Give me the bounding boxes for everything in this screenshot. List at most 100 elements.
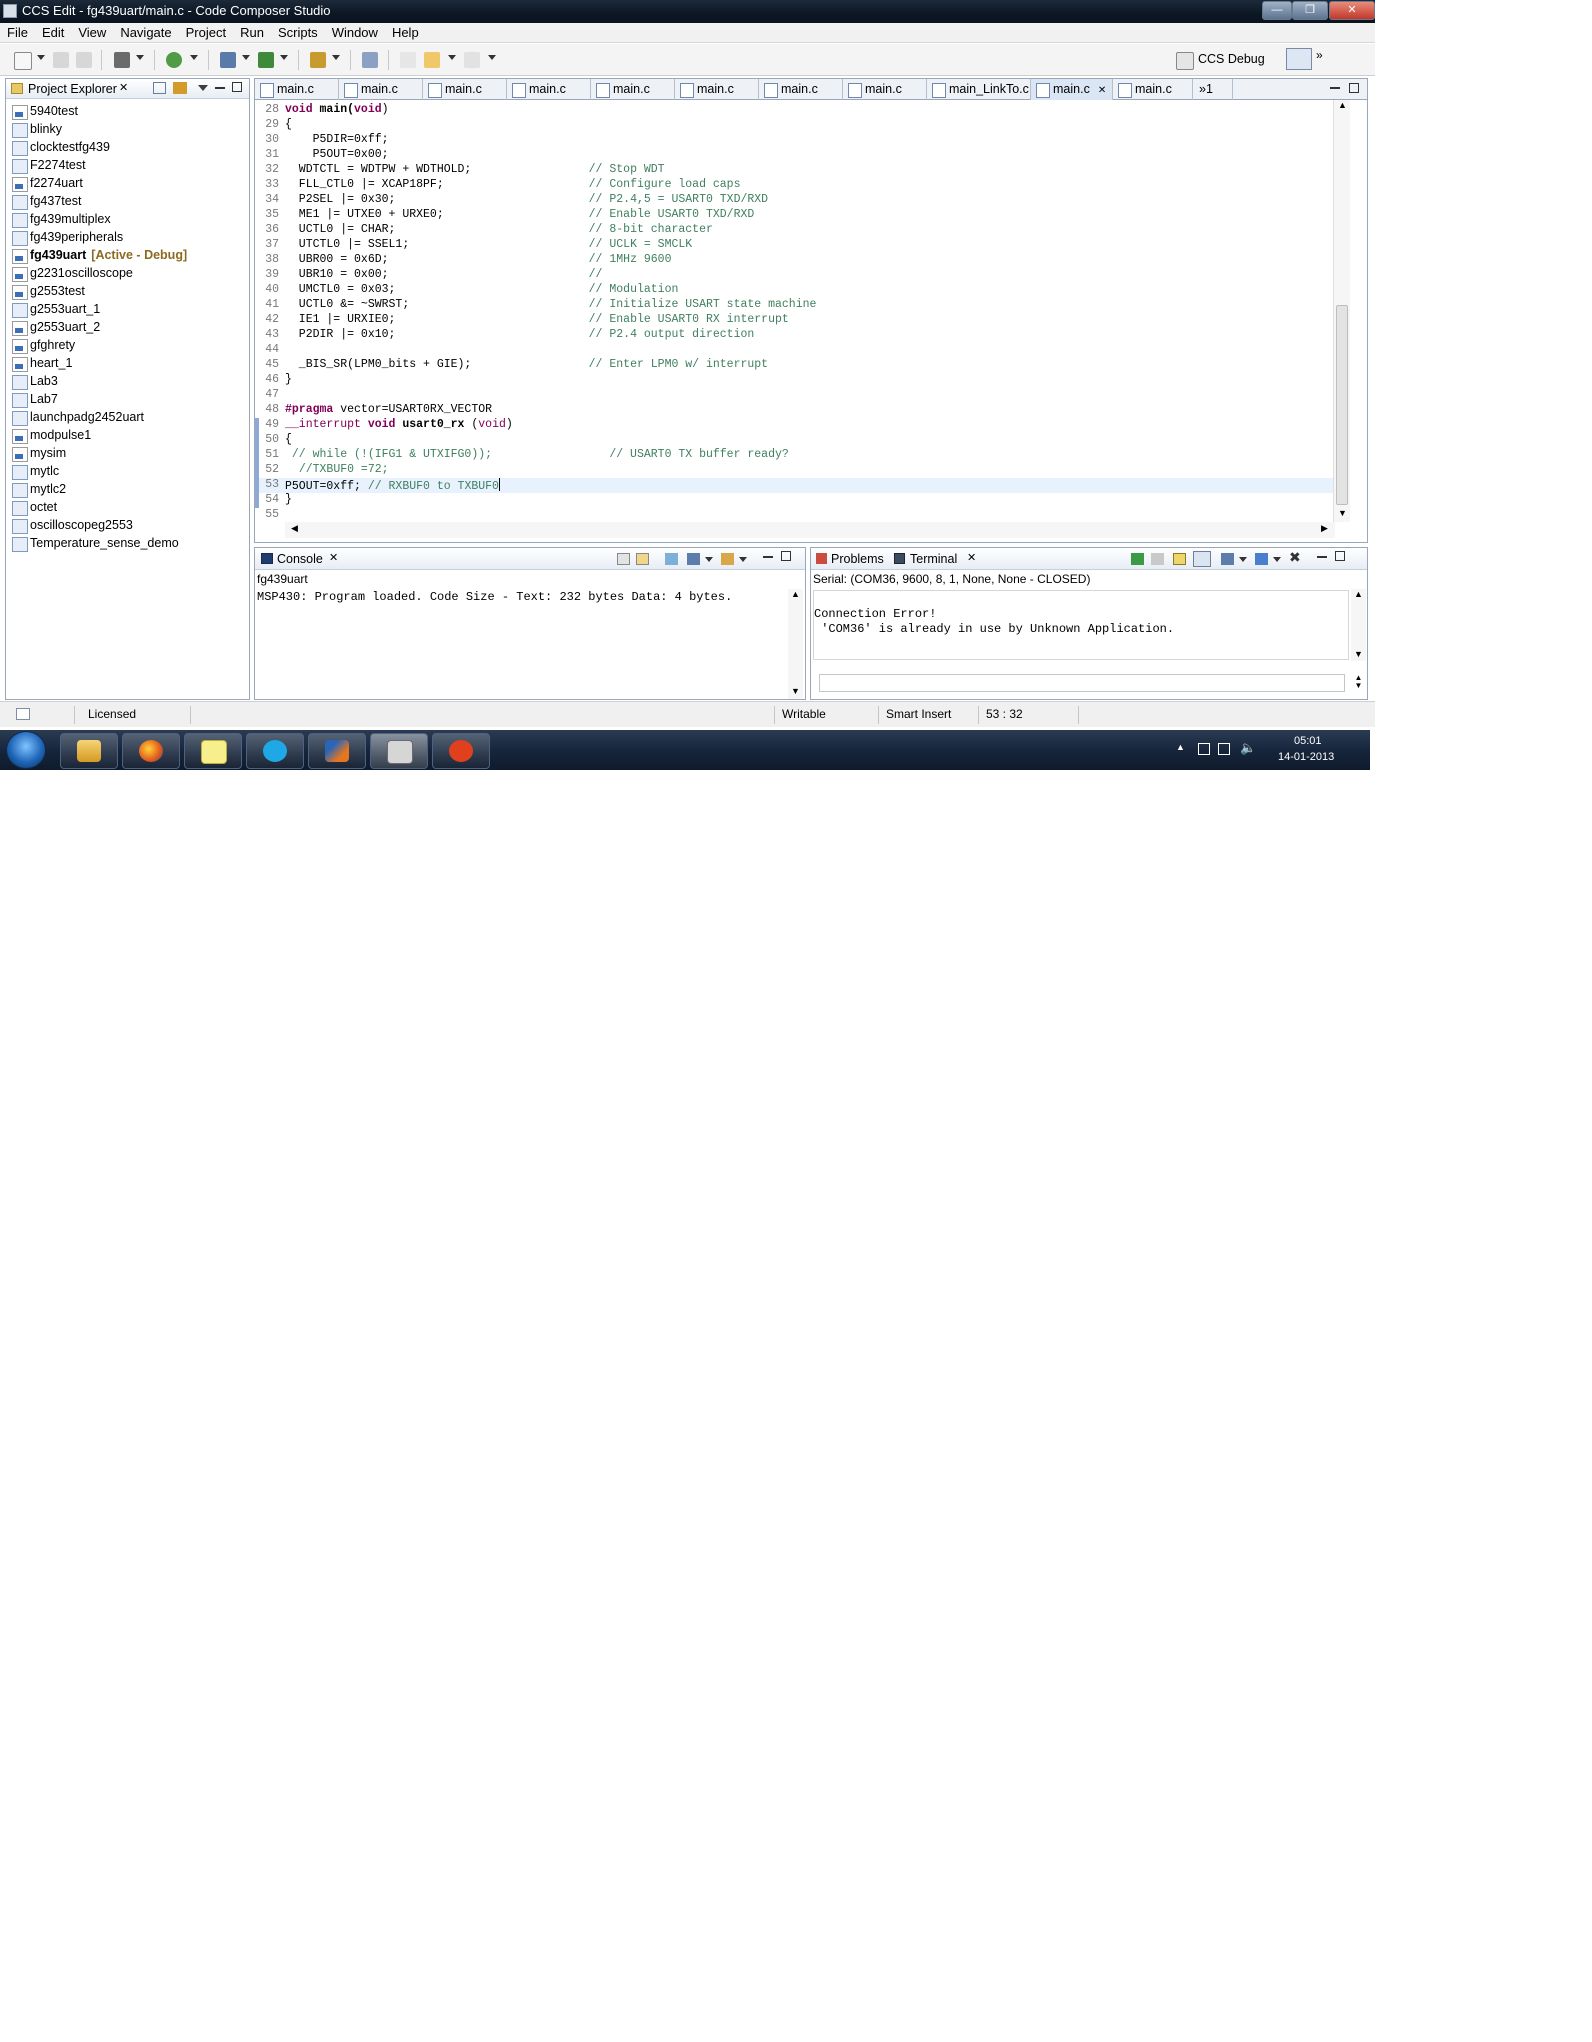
- project-item[interactable]: gfghrety: [12, 338, 75, 354]
- tab-console[interactable]: Console: [277, 552, 323, 566]
- code-line[interactable]: 44: [255, 343, 1333, 358]
- task-matlab[interactable]: [308, 733, 366, 769]
- project-item[interactable]: fg439uart [Active - Debug]: [12, 248, 187, 264]
- editor-horizontal-scrollbar[interactable]: ◀ ▶: [285, 522, 1335, 538]
- project-item[interactable]: f2274uart: [12, 176, 83, 192]
- maximize-button[interactable]: ❐: [1292, 1, 1328, 20]
- last-edit-icon[interactable]: [400, 52, 416, 68]
- new-terminal-dropdown-icon[interactable]: [1273, 557, 1281, 562]
- display-console-dropdown-icon[interactable]: [705, 557, 713, 562]
- project-item[interactable]: launchpadg2452uart: [12, 410, 144, 426]
- scroll-up-icon[interactable]: ▲: [791, 589, 800, 599]
- usb-icon[interactable]: [1198, 743, 1210, 755]
- terminal-command-input[interactable]: [819, 674, 1345, 692]
- display-terminal-icon[interactable]: [1221, 553, 1234, 565]
- editor-tab[interactable]: main.c: [507, 79, 591, 100]
- code-line[interactable]: 42 IE1 |= URXIE0; // Enable USART0 RX in…: [255, 313, 1333, 328]
- code-line[interactable]: 33 FLL_CTL0 |= XCAP18PF; // Configure lo…: [255, 178, 1333, 193]
- build-icon[interactable]: [114, 52, 130, 68]
- task-miro[interactable]: [432, 733, 490, 769]
- project-item[interactable]: blinky: [12, 122, 62, 138]
- editor-tab[interactable]: main.c: [675, 79, 759, 100]
- project-item[interactable]: heart_1: [12, 356, 72, 372]
- collapse-all-icon[interactable]: [153, 82, 166, 94]
- view-menu-icon[interactable]: [198, 85, 208, 91]
- close-console-icon[interactable]: ✕: [329, 551, 338, 564]
- run-tool-icon[interactable]: [310, 52, 326, 68]
- task-virtualbox[interactable]: [370, 733, 428, 769]
- project-item[interactable]: Lab7: [12, 392, 58, 408]
- code-line[interactable]: 35 ME1 |= UTXE0 + URXE0; // Enable USART…: [255, 208, 1333, 223]
- scroll-up-icon[interactable]: ▲: [1338, 100, 1347, 110]
- code-line[interactable]: 53 P5OUT=0xff; // RXBUF0 to TXBUF0: [255, 478, 1333, 493]
- back-icon[interactable]: [424, 52, 440, 68]
- project-item[interactable]: octet: [12, 500, 57, 516]
- menu-help[interactable]: Help: [385, 23, 426, 40]
- minimize-terminal-icon[interactable]: [1317, 556, 1327, 558]
- editor-tab[interactable]: main.c: [843, 79, 927, 100]
- terminal-output-area[interactable]: Connection Error! 'COM36' is already in …: [813, 590, 1349, 660]
- editor-tab[interactable]: main.c: [339, 79, 423, 100]
- code-line[interactable]: 37 UTCTL0 |= SSEL1; // UCLK = SMCLK: [255, 238, 1333, 253]
- minimize-view-icon[interactable]: [215, 87, 225, 89]
- code-line[interactable]: 43 P2DIR |= 0x10; // P2.4 output directi…: [255, 328, 1333, 343]
- scroll-thumb[interactable]: [1336, 305, 1348, 505]
- clock-date[interactable]: 14-01-2013: [1278, 751, 1334, 763]
- code-line[interactable]: 49 __interrupt void usart0_rx (void): [255, 418, 1333, 433]
- project-item[interactable]: modpulse1: [12, 428, 91, 444]
- code-line[interactable]: 46}: [255, 373, 1333, 388]
- ccs-edit-perspective-icon[interactable]: [1286, 48, 1312, 70]
- task-explorer[interactable]: [60, 733, 118, 769]
- code-area[interactable]: 28 void main(void) 29{30 P5DIR=0xff; 31 P5O…: [255, 100, 1335, 521]
- menu-view[interactable]: View: [71, 23, 113, 40]
- code-line[interactable]: 47: [255, 388, 1333, 403]
- scroll-up-icon[interactable]: ▲: [1354, 589, 1363, 599]
- debug-icon[interactable]: [166, 52, 182, 68]
- menu-window[interactable]: Window: [325, 23, 385, 40]
- console-output[interactable]: MSP430: Program loaded. Code Size - Text…: [257, 590, 787, 604]
- code-line[interactable]: 38 UBR00 = 0x6D; // 1MHz 9600: [255, 253, 1333, 268]
- display-console-icon[interactable]: [687, 553, 700, 565]
- code-line[interactable]: 52 //TXBUF0 =72;: [255, 463, 1333, 478]
- terminal-scrollbar[interactable]: ▲ ▼: [1351, 589, 1366, 661]
- menu-edit[interactable]: Edit: [35, 23, 71, 40]
- scroll-lock-icon[interactable]: [636, 553, 649, 565]
- link-editor-icon[interactable]: [173, 82, 187, 94]
- settings-icon[interactable]: [1173, 553, 1186, 565]
- close-terminal-icon[interactable]: ✕: [967, 551, 976, 564]
- run-tool-dropdown-icon[interactable]: [332, 55, 340, 60]
- editor-tab[interactable]: main.c: [759, 79, 843, 100]
- save-icon[interactable]: [53, 52, 69, 68]
- bug-icon[interactable]: [258, 52, 274, 68]
- project-item[interactable]: clocktestfg439: [12, 140, 110, 156]
- editor-tab[interactable]: main.c: [423, 79, 507, 100]
- code-line[interactable]: 45 _BIS_SR(LPM0_bits + GIE); // Enter LP…: [255, 358, 1333, 373]
- network-icon[interactable]: [1218, 743, 1230, 755]
- display-terminal-dropdown-icon[interactable]: [1239, 557, 1247, 562]
- project-item[interactable]: g2553test: [12, 284, 85, 300]
- fast-view-icon[interactable]: [16, 708, 30, 720]
- bug-dropdown-icon[interactable]: [280, 55, 288, 60]
- project-item[interactable]: g2553uart_2: [12, 320, 100, 336]
- code-line[interactable]: 50 {: [255, 433, 1333, 448]
- open-console-dropdown-icon[interactable]: [739, 557, 747, 562]
- minimize-editor-icon[interactable]: [1330, 87, 1340, 89]
- perspective-ccs-debug[interactable]: CCS Debug: [1198, 52, 1265, 66]
- project-item[interactable]: fg439peripherals: [12, 230, 123, 246]
- command-input-spinner[interactable]: ▲ ▼: [1351, 674, 1366, 692]
- close-tab-icon[interactable]: ✕: [1098, 85, 1106, 96]
- project-item[interactable]: Lab3: [12, 374, 58, 390]
- project-item[interactable]: Temperature_sense_demo: [12, 536, 179, 552]
- project-item[interactable]: mytlc: [12, 464, 59, 480]
- project-item[interactable]: fg439multiplex: [12, 212, 111, 228]
- project-item[interactable]: g2231oscilloscope: [12, 266, 133, 282]
- new-dropdown-icon[interactable]: [37, 55, 45, 60]
- profile-icon[interactable]: [220, 52, 236, 68]
- code-line[interactable]: 48 #pragma vector=USART0RX_VECTOR: [255, 403, 1333, 418]
- build-dropdown-icon[interactable]: [136, 55, 144, 60]
- code-line[interactable]: 54}: [255, 493, 1333, 508]
- more-tabs-button[interactable]: »1: [1193, 79, 1233, 100]
- forward-icon[interactable]: [464, 52, 480, 68]
- new-terminal-icon[interactable]: [1255, 553, 1268, 565]
- menu-scripts[interactable]: Scripts: [271, 23, 325, 40]
